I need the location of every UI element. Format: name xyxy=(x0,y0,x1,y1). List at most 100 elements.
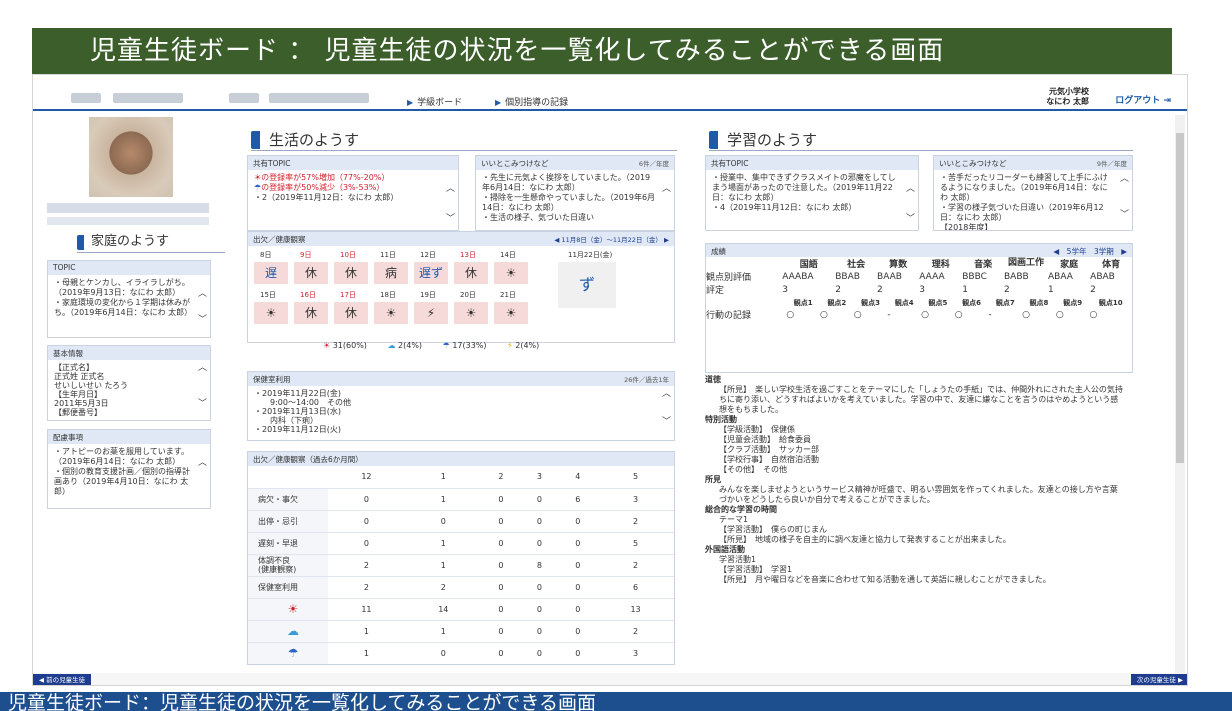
good-point-item: ・学習の様子気づいた日違い（2019年6月12日：なにわ 太郎） xyxy=(940,203,1104,222)
row-label: 評定 xyxy=(706,286,725,296)
day-label: 11日 xyxy=(380,251,396,259)
basic-info-line: 【生年月日】 xyxy=(54,390,102,399)
row-label: 行動の記録 xyxy=(706,311,752,321)
chevron-down-icon[interactable]: ﹀ xyxy=(198,400,207,409)
next-student-button[interactable]: 次の児童生徒 ▶ xyxy=(1130,674,1187,685)
calendar-cell[interactable]: 休 xyxy=(454,262,488,284)
action-cell: ○ xyxy=(1089,309,1098,320)
box-title: いいとこみつけなど xyxy=(481,159,549,168)
table-cell: 0 xyxy=(520,488,559,511)
table-row: ☀ 11 14 0 0 0 13 xyxy=(248,598,674,621)
blurred-text xyxy=(269,93,369,103)
learn-good-points-box: いいとこみつけなど 9件／年度 ・苦手だったリコーダーも練習して上手にふけるように… xyxy=(933,155,1133,231)
care-notes-box: 配慮事項 ・アトピーのお薬を服用しています。（2019年6月14日：なにわ 太郎… xyxy=(47,429,211,509)
subject-header: 音楽 xyxy=(974,260,993,270)
scrollbar-thumb[interactable] xyxy=(1176,133,1184,463)
good-point-item: 【2018年度】 xyxy=(940,223,993,231)
chevron-up-icon[interactable]: ︿ xyxy=(198,364,207,373)
learn-good-points-header: いいとこみつけなど 9件／年度 xyxy=(934,156,1132,170)
care-note-item: ・個別の教育支援計画／個別の指導計画あり（2019年4月10日：なにわ 太郎） xyxy=(54,467,190,496)
calendar-cell[interactable]: 遅 xyxy=(254,262,288,284)
calendar-cell[interactable]: ☀ xyxy=(494,302,528,324)
table-corner xyxy=(706,298,787,308)
grade-cell: ABAA xyxy=(1048,271,1073,282)
chevron-up-icon[interactable]: ︿ xyxy=(446,184,455,194)
chevron-down-icon[interactable]: ﹀ xyxy=(906,214,915,224)
day-label: 10日 xyxy=(340,251,356,259)
month-header: 12 xyxy=(328,466,405,489)
row-label: ☂ xyxy=(248,642,328,664)
chevron-up-icon[interactable]: ︿ xyxy=(198,289,207,299)
table-cell: 2 xyxy=(597,620,674,643)
bottom-bar: ◀ 前の児童生徒 次の児童生徒 ▶ xyxy=(33,673,1187,685)
calendar-cell[interactable]: 休 xyxy=(334,262,368,284)
action-cell: ○ xyxy=(820,309,828,320)
point-header: 観点8 xyxy=(1029,299,1049,307)
count-badge: 26件／過去1年 xyxy=(624,376,669,384)
grade-cell: 2 xyxy=(1090,284,1096,295)
chevron-up-icon[interactable]: ︿ xyxy=(662,390,671,399)
calendar-cell[interactable]: 遅ず xyxy=(414,262,448,284)
nav-link-individual-records[interactable]: ▶ 個別指導の記録 xyxy=(495,95,568,108)
chevron-up-icon[interactable]: ︿ xyxy=(1120,174,1129,184)
chevron-down-icon[interactable]: ﹀ xyxy=(446,214,455,224)
home-section-title: 家庭のようす xyxy=(77,233,225,253)
day-label: 15日 xyxy=(260,291,276,299)
chevron-down-icon[interactable]: ﹀ xyxy=(1120,210,1129,220)
calendar-cell-today[interactable]: ず xyxy=(558,262,616,308)
calendar-cell[interactable]: ⚡ xyxy=(414,302,448,324)
box-title: 成績 xyxy=(711,247,726,256)
subject-header: 国語 xyxy=(799,260,818,270)
legend-storm: ⚡ 2(4%) xyxy=(507,341,539,350)
topic-alert-up: ☀の登録率が57%増加（77%-20%） xyxy=(254,173,440,183)
actions-row: 行動の記録 ○ ○ ○ - ○ ○ - ○ ○ ○ xyxy=(706,308,1132,322)
basic-info-line: 【郵便番号】 xyxy=(54,408,102,417)
prev-student-button[interactable]: ◀ 前の児童生徒 xyxy=(33,674,92,685)
calendar-cell[interactable]: ☀ xyxy=(254,302,288,324)
chevron-down-icon[interactable]: ﹀ xyxy=(662,418,671,427)
logout-button[interactable]: ログアウト ⇥ xyxy=(1115,93,1171,106)
top-navbar: ▶ 学級ボード ▶ 個別指導の記録 元気小学校 なにわ 太郎 ログアウト ⇥ xyxy=(33,75,1187,111)
day-label: 20日 xyxy=(460,291,476,299)
school-name: 元気小学校 xyxy=(1049,87,1089,96)
table-cell: 0 xyxy=(481,620,521,643)
chevron-up-icon[interactable]: ︿ xyxy=(906,184,915,194)
chevron-down-icon[interactable]: ﹀ xyxy=(198,315,207,325)
table-header-row: 12 1 2 3 4 5 xyxy=(248,466,674,489)
point-header: 観点10 xyxy=(1098,299,1123,307)
table-cell: 6 xyxy=(558,488,598,511)
calendar-range-nav[interactable]: ◀ 11月8日（金）～11月22日（金） ▶ xyxy=(554,234,669,244)
chevron-up-icon[interactable]: ︿ xyxy=(198,458,207,468)
row-label: 出停・忌引 xyxy=(248,510,328,533)
calendar-cell[interactable]: 休 xyxy=(334,302,368,324)
legend-value: 17(33%) xyxy=(452,341,487,350)
life-section-title: 生活のようす xyxy=(251,129,677,151)
table-row: 体調不良 (健康観察) 2 1 0 8 0 2 xyxy=(248,554,674,577)
calendar-cell[interactable]: ☀ xyxy=(494,262,528,284)
chevron-up-icon[interactable]: ︿ xyxy=(662,184,671,194)
nurse-visit-line: ・2019年11月22日(金) xyxy=(254,389,341,398)
action-cell: ○ xyxy=(954,309,963,320)
nav-link-class-board[interactable]: ▶ 学級ボード xyxy=(407,95,462,108)
action-cell: ○ xyxy=(1022,309,1031,320)
grades-header-bar: 成績 ◀ 5学年 3学期 ▶ xyxy=(705,243,1133,257)
table-cell: 0 xyxy=(520,532,559,555)
calendar-cell[interactable]: 休 xyxy=(294,302,328,324)
note-text: みんなを楽しませようというサービス精神が旺盛で、明るい雰囲気を作ってくれました。… xyxy=(719,485,1118,504)
page-scrollbar[interactable] xyxy=(1175,115,1185,675)
month-header: 3 xyxy=(520,466,559,489)
calendar-cell[interactable]: ☀ xyxy=(374,302,408,324)
row-label: ☀ xyxy=(248,598,328,621)
calendar-cell[interactable]: 病 xyxy=(374,262,408,284)
point-header: 観点9 xyxy=(1063,299,1083,307)
topic-alert-down: ☂の登録率が50%減少（3%-53%） xyxy=(254,183,440,193)
slide: 児童生徒ボード ： 児童生徒の状況を一覧化してみることができる画面 ▶ 学級ボード… xyxy=(0,0,1232,711)
blurred-logo xyxy=(229,93,259,103)
basic-info-line: 【正式名】 xyxy=(54,363,94,372)
term-nav[interactable]: ◀ 5学年 3学期 ▶ xyxy=(1053,246,1127,257)
calendar-cell[interactable]: 休 xyxy=(294,262,328,284)
calendar-cell[interactable]: ☀ xyxy=(454,302,488,324)
row-label: 保健室利用 xyxy=(248,576,328,599)
nurse-visit-line: ・2019年11月13日(水) xyxy=(254,407,341,416)
table-cell: 0 xyxy=(558,510,598,533)
